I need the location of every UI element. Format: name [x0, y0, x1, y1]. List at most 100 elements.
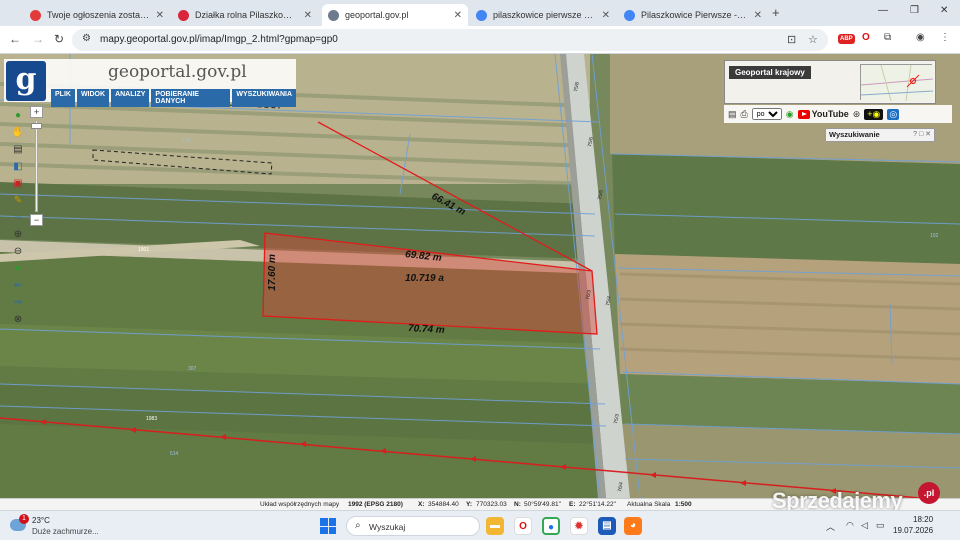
wifi-icon[interactable]: ◠	[846, 520, 854, 531]
tab-google-search-pilaszkowice[interactable]: Pilaszkowice Pierwsze - Szukaj ✕	[618, 4, 768, 26]
view-eye-icon[interactable]: ◎	[887, 108, 900, 120]
n-value: 50°59'49.81"	[524, 501, 561, 508]
gps-icon[interactable]: ◉	[786, 109, 794, 120]
profile-icon[interactable]: ◉	[916, 32, 925, 43]
speaker-icon[interactable]: ◁	[861, 520, 868, 531]
map-label: 514	[170, 451, 179, 457]
tab-sprzedajemy-ads[interactable]: Twoje ogłoszenia zostały przed ✕	[24, 4, 170, 26]
x-label: X:	[418, 501, 425, 508]
firefox-icon[interactable]: ◕	[624, 517, 642, 535]
window-close-icon[interactable]: ✕	[940, 5, 948, 16]
measure-bottom-label: 70.74 m	[407, 323, 445, 336]
opera-extension-icon[interactable]: O	[862, 32, 870, 43]
map-label: 1.4	[182, 138, 189, 144]
globe-icon[interactable]: ●	[10, 261, 26, 276]
geoportal-logo[interactable]: g	[6, 61, 46, 101]
tab-title: pilaszkowice pierwsze działka 8	[493, 10, 596, 20]
e-value: 22°51'14.22"	[579, 501, 616, 508]
chrome-menu-icon[interactable]: ⋮	[940, 32, 950, 43]
menu-wyszukiwania[interactable]: WYSZUKIWANIA	[232, 89, 296, 107]
restore-icon[interactable]: ❐	[910, 5, 919, 16]
file-explorer-icon[interactable]: ▬	[486, 517, 504, 535]
measure-icon[interactable]: ▭	[10, 210, 26, 225]
print-icon[interactable]: ▣	[10, 176, 26, 191]
minimize-icon[interactable]: —	[878, 5, 888, 16]
geoportal-header: g geoportal.gov.pl PLIK WIDOK ANALIZY PO…	[4, 59, 296, 107]
tab-dzialka-listing[interactable]: Działka rolna Pilaszkowice Pier ✕	[172, 4, 318, 26]
bookmark-star-icon[interactable]: ☆	[808, 33, 818, 46]
zoom-in-tool-icon[interactable]: ⊕	[10, 227, 26, 242]
browser-toolbar: ← → ↻ ⚙ mapy.geoportal.gov.pl/imap/Imgp_…	[0, 26, 960, 54]
notification-badge: 1	[19, 514, 29, 524]
windows-start-icon[interactable]	[320, 518, 336, 534]
x-value: 354884.40	[428, 501, 459, 508]
install-app-icon[interactable]: ⊡	[787, 33, 796, 46]
zoom-control: + −	[30, 106, 43, 226]
adblock-extension-icon[interactable]: ABP	[838, 34, 855, 44]
arrow-back-icon[interactable]: ⇐	[10, 278, 26, 293]
search-panel-header[interactable]: Wyszukiwanie ? □ ✕	[825, 128, 935, 142]
opera-icon[interactable]: O	[514, 517, 532, 535]
document-app-icon[interactable]: ▤	[598, 517, 616, 535]
battery-icon[interactable]: ▭	[876, 520, 885, 531]
accessibility-icon[interactable]: ⊛	[853, 109, 861, 120]
weather-condition: Duże zachmurze...	[32, 527, 99, 536]
panel-controls-icon[interactable]: ? □ ✕	[913, 129, 931, 141]
language-select[interactable]: pol	[751, 108, 782, 120]
close-icon[interactable]: ✕	[156, 10, 164, 21]
url-text: mapy.geoportal.gov.pl/imap/Imgp_2.html?g…	[100, 34, 338, 45]
overview-panel: Geoportal krajowy	[724, 60, 936, 104]
menu-widok[interactable]: WIDOK	[76, 89, 110, 107]
site-info-icon[interactable]: ⚙	[82, 33, 91, 44]
zoom-out-button[interactable]: −	[30, 214, 43, 226]
chrome-icon[interactable]: ●	[542, 517, 560, 535]
coord-system-value: 1992 (EPSG 2180)	[348, 501, 403, 508]
menu-analizy[interactable]: ANALIZY	[111, 89, 150, 107]
tab-google-search-dzialka[interactable]: pilaszkowice pierwsze działka 8 ✕	[470, 4, 616, 26]
measure-left-label: 17.60 m	[266, 254, 278, 291]
zoom-in-button[interactable]: +	[30, 106, 43, 118]
map-label: 307	[188, 366, 197, 372]
document-icon[interactable]: ▤	[728, 109, 737, 120]
extensions-puzzle-icon[interactable]: ⧉	[884, 32, 891, 43]
youtube-link[interactable]: YouTube	[797, 109, 849, 119]
zoom-slider-track[interactable]	[31, 120, 42, 212]
settings-icon[interactable]: ⊗	[10, 312, 26, 327]
close-icon[interactable]: ✕	[602, 10, 610, 21]
tray-chevron-icon[interactable]: ︿	[826, 520, 835, 533]
zoom-out-tool-icon[interactable]: ⊖	[10, 244, 26, 259]
system-clock[interactable]: 18:20 19.07.2026	[893, 514, 933, 536]
info-icon[interactable]: ●	[10, 108, 26, 123]
back-icon[interactable]: ←	[9, 32, 21, 46]
printer-icon[interactable]: ⎙	[741, 109, 748, 120]
pan-hand-icon[interactable]: ✋	[10, 125, 26, 140]
settings-gear-icon[interactable]: ✹	[570, 517, 588, 535]
taskbar-search[interactable]: ⌕ Wyszukaj	[346, 516, 480, 536]
clock-time: 18:20	[913, 515, 934, 524]
menu-plik[interactable]: PLIK	[51, 89, 75, 107]
zoom-slider-thumb[interactable]	[31, 123, 42, 129]
forward-icon[interactable]: →	[32, 32, 44, 46]
layers-icon[interactable]: ◧	[10, 159, 26, 174]
pencil-icon[interactable]: ✎	[10, 193, 26, 208]
map-viewport[interactable]: 66.41 m 69.82 m 10.719 a 17.60 m 70.74 m…	[0, 54, 960, 498]
tab-title: Działka rolna Pilaszkowice Pier	[195, 10, 298, 20]
search-panel-title: Wyszukiwanie	[829, 130, 880, 139]
menu-pobieranie-danych[interactable]: POBIERANIE DANYCH	[151, 89, 231, 107]
tab-geoportal[interactable]: geoportal.gov.pl ✕	[322, 4, 468, 26]
new-tab-icon[interactable]: +	[772, 5, 780, 20]
tab-favicon-icon	[476, 9, 487, 21]
youtube-label: YouTube	[811, 109, 849, 119]
legend-icon[interactable]: ▤	[10, 142, 26, 157]
close-icon[interactable]: ✕	[454, 10, 462, 21]
overview-minimap[interactable]	[860, 64, 933, 101]
address-bar[interactable]: ⚙ mapy.geoportal.gov.pl/imap/Imgp_2.html…	[72, 29, 828, 51]
arrow-forward-icon[interactable]: ⇒	[10, 295, 26, 310]
tab-favicon-icon	[30, 9, 41, 21]
contrast-icon[interactable]: +◉	[864, 108, 884, 120]
n-label: N:	[514, 501, 521, 508]
close-icon[interactable]: ✕	[304, 10, 312, 21]
reload-icon[interactable]: ↻	[54, 32, 64, 46]
close-icon[interactable]: ✕	[754, 10, 762, 21]
tab-favicon-icon	[328, 9, 339, 21]
